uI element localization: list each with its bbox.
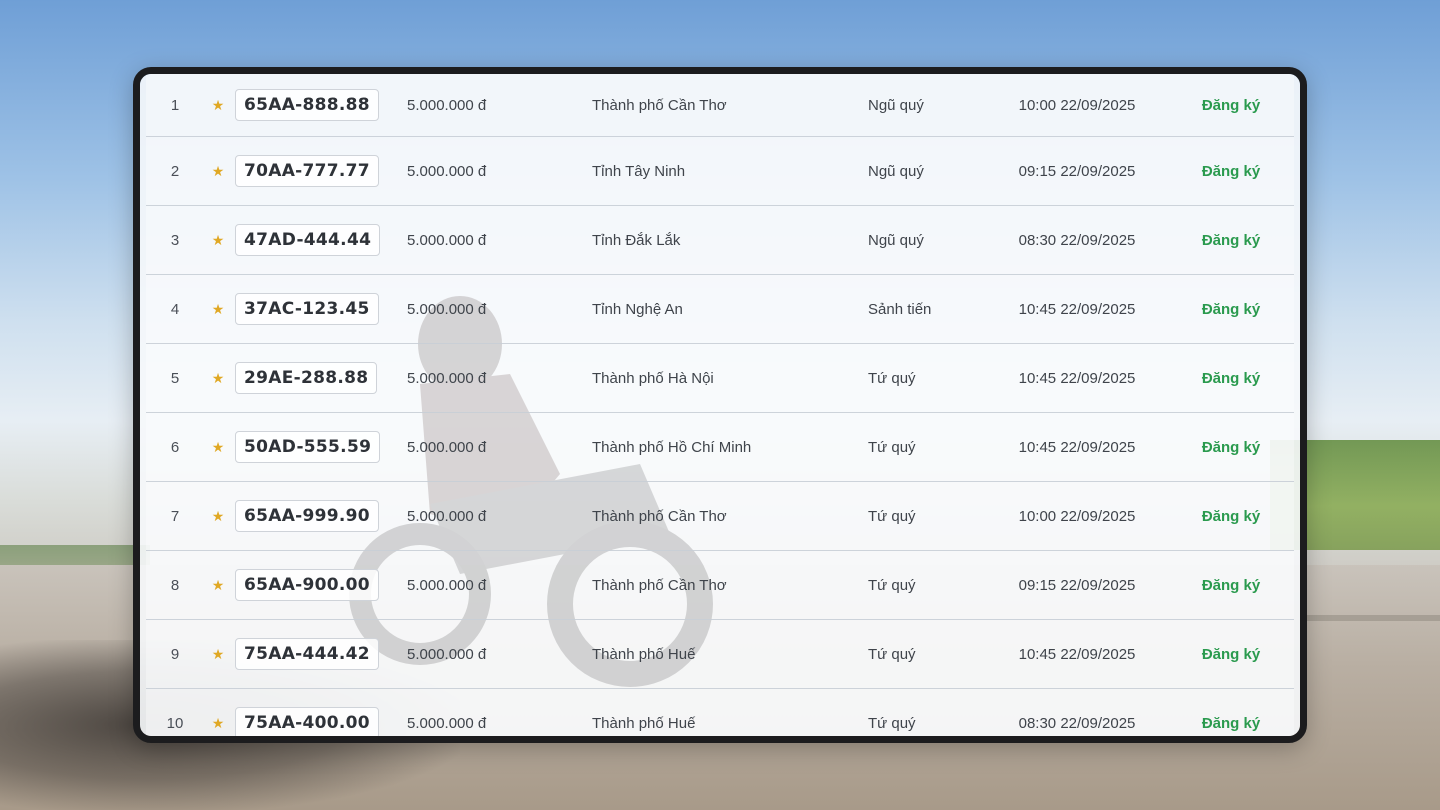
plate-number: 47AD-444.44 xyxy=(235,224,381,256)
table-row: 1 ★ 65AA-888.88 5.000.000 đ Thành phố Cầ… xyxy=(146,74,1294,137)
background-road-line xyxy=(1300,615,1440,621)
register-button[interactable]: Đăng ký xyxy=(1186,301,1276,318)
province: Thành phố Huế xyxy=(592,714,696,732)
register-button[interactable]: Đăng ký xyxy=(1186,715,1276,732)
row-index: 4 xyxy=(170,300,180,318)
starting-price: 5.000.000 đ xyxy=(407,714,487,732)
table-row: 9 ★ 75AA-444.42 5.000.000 đ Thành phố Hu… xyxy=(146,620,1294,689)
row-index: 9 xyxy=(170,645,180,663)
starting-price: 5.000.000 đ xyxy=(407,576,487,594)
starting-price: 5.000.000 đ xyxy=(407,300,487,318)
auction-time: 10:45 22/09/2025 xyxy=(1018,645,1136,663)
star-icon[interactable]: ★ xyxy=(208,97,228,114)
row-index: 2 xyxy=(170,162,180,180)
row-index: 6 xyxy=(170,438,180,456)
auction-time: 09:15 22/09/2025 xyxy=(1018,162,1136,180)
row-index: 10 xyxy=(166,714,184,732)
plate-type: Tứ quý xyxy=(868,714,916,732)
plate-type: Tứ quý xyxy=(868,645,916,663)
starting-price: 5.000.000 đ xyxy=(407,96,487,114)
star-icon[interactable]: ★ xyxy=(208,370,228,387)
register-button[interactable]: Đăng ký xyxy=(1186,97,1276,114)
plate-type: Ngũ quý xyxy=(868,231,924,249)
starting-price: 5.000.000 đ xyxy=(407,438,487,456)
auction-time: 10:45 22/09/2025 xyxy=(1018,369,1136,387)
starting-price: 5.000.000 đ xyxy=(407,507,487,525)
province: Tỉnh Nghệ An xyxy=(592,300,683,318)
auction-time: 08:30 22/09/2025 xyxy=(1018,231,1136,249)
register-button[interactable]: Đăng ký xyxy=(1186,163,1276,180)
star-icon[interactable]: ★ xyxy=(208,715,228,732)
plate-type: Tứ quý xyxy=(868,576,916,594)
register-button[interactable]: Đăng ký xyxy=(1186,577,1276,594)
plate-number: 29AE-288.88 xyxy=(235,362,378,394)
province: Tỉnh Tây Ninh xyxy=(592,162,686,180)
row-index: 8 xyxy=(170,576,180,594)
device-frame: 1 ★ 65AA-888.88 5.000.000 đ Thành phố Cầ… xyxy=(133,67,1307,743)
province: Thành phố Hà Nội xyxy=(592,369,714,387)
plate-type: Tứ quý xyxy=(868,507,916,525)
table-row: 6 ★ 50AD-555.59 5.000.000 đ Thành phố Hồ… xyxy=(146,413,1294,482)
auction-time: 10:45 22/09/2025 xyxy=(1018,300,1136,318)
plate-number: 65AA-900.00 xyxy=(235,569,379,601)
province: Thành phố Huế xyxy=(592,645,696,663)
row-index: 7 xyxy=(170,507,180,525)
table-row: 3 ★ 47AD-444.44 5.000.000 đ Tỉnh Đắk Lắk… xyxy=(146,206,1294,275)
plate-list-screen: 1 ★ 65AA-888.88 5.000.000 đ Thành phố Cầ… xyxy=(140,74,1300,736)
plate-number: 75AA-444.42 xyxy=(235,638,379,670)
starting-price: 5.000.000 đ xyxy=(407,369,487,387)
plate-number: 70AA-777.77 xyxy=(235,155,379,187)
auction-time: 10:45 22/09/2025 xyxy=(1018,438,1136,456)
province: Thành phố Cần Thơ xyxy=(592,96,727,114)
auction-time: 10:00 22/09/2025 xyxy=(1018,96,1136,114)
register-button[interactable]: Đăng ký xyxy=(1186,508,1276,525)
auction-time: 08:30 22/09/2025 xyxy=(1018,714,1136,732)
starting-price: 5.000.000 đ xyxy=(407,645,487,663)
table-row: 10 ★ 75AA-400.00 5.000.000 đ Thành phố H… xyxy=(146,689,1294,736)
plate-number: 50AD-555.59 xyxy=(235,431,381,463)
star-icon[interactable]: ★ xyxy=(208,301,228,318)
register-button[interactable]: Đăng ký xyxy=(1186,232,1276,249)
plate-number: 75AA-400.00 xyxy=(235,707,379,736)
auction-time: 09:15 22/09/2025 xyxy=(1018,576,1136,594)
starting-price: 5.000.000 đ xyxy=(407,162,487,180)
plate-number: 65AA-888.88 xyxy=(235,89,379,121)
plate-type: Tứ quý xyxy=(868,369,916,387)
province: Tỉnh Đắk Lắk xyxy=(592,231,681,249)
background-scene: 1 ★ 65AA-888.88 5.000.000 đ Thành phố Cầ… xyxy=(0,0,1440,810)
row-index: 5 xyxy=(170,369,180,387)
plate-type: Tứ quý xyxy=(868,438,916,456)
register-button[interactable]: Đăng ký xyxy=(1186,370,1276,387)
star-icon[interactable]: ★ xyxy=(208,439,228,456)
star-icon[interactable]: ★ xyxy=(208,232,228,249)
table-row: 2 ★ 70AA-777.77 5.000.000 đ Tỉnh Tây Nin… xyxy=(146,137,1294,206)
table-row: 4 ★ 37AC-123.45 5.000.000 đ Tỉnh Nghệ An… xyxy=(146,275,1294,344)
province: Thành phố Cần Thơ xyxy=(592,576,727,594)
plate-number: 65AA-999.90 xyxy=(235,500,379,532)
star-icon[interactable]: ★ xyxy=(208,508,228,525)
plate-type: Ngũ quý xyxy=(868,162,924,180)
table-row: 7 ★ 65AA-999.90 5.000.000 đ Thành phố Cầ… xyxy=(146,482,1294,551)
table-row: 8 ★ 65AA-900.00 5.000.000 đ Thành phố Cầ… xyxy=(146,551,1294,620)
province: Thành phố Hồ Chí Minh xyxy=(592,438,752,456)
plate-table: 1 ★ 65AA-888.88 5.000.000 đ Thành phố Cầ… xyxy=(146,74,1294,736)
province: Thành phố Cần Thơ xyxy=(592,507,727,525)
row-index: 3 xyxy=(170,231,180,249)
plate-number: 37AC-123.45 xyxy=(235,293,379,325)
register-button[interactable]: Đăng ký xyxy=(1186,439,1276,456)
register-button[interactable]: Đăng ký xyxy=(1186,646,1276,663)
starting-price: 5.000.000 đ xyxy=(407,231,487,249)
row-index: 1 xyxy=(170,96,180,114)
plate-type: Ngũ quý xyxy=(868,96,924,114)
star-icon[interactable]: ★ xyxy=(208,577,228,594)
table-row: 5 ★ 29AE-288.88 5.000.000 đ Thành phố Hà… xyxy=(146,344,1294,413)
star-icon[interactable]: ★ xyxy=(208,163,228,180)
auction-time: 10:00 22/09/2025 xyxy=(1018,507,1136,525)
plate-type: Sảnh tiến xyxy=(868,300,932,318)
star-icon[interactable]: ★ xyxy=(208,646,228,663)
